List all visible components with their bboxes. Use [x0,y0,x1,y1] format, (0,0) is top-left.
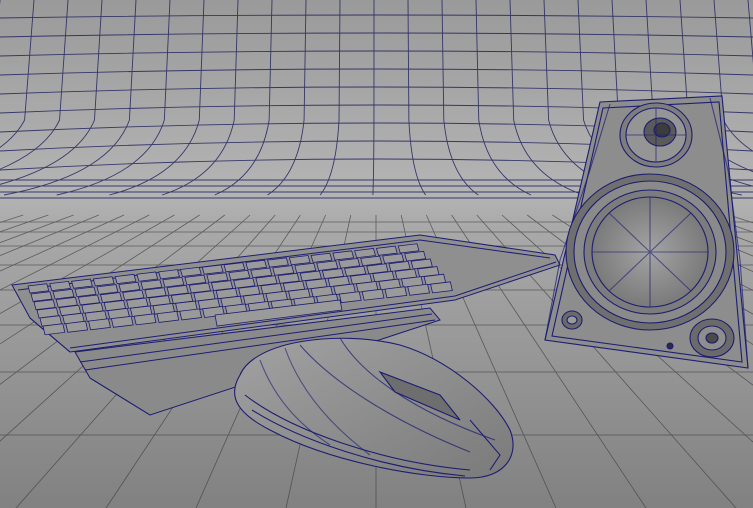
speaker-woofer [565,173,735,331]
key [110,315,134,328]
speaker-tweeter [619,102,693,168]
speaker-knob [561,310,583,330]
key [42,323,66,336]
speaker-led [666,342,674,350]
speaker-port [689,318,735,358]
key [133,313,157,326]
key [156,310,180,323]
key [88,318,111,331]
key [65,320,89,333]
key [179,308,203,321]
key [407,283,431,296]
3d-viewport[interactable] [0,0,753,508]
key [384,286,408,299]
key [430,281,453,294]
key [338,291,362,304]
key [361,288,385,301]
wireframe-scene [0,0,753,508]
